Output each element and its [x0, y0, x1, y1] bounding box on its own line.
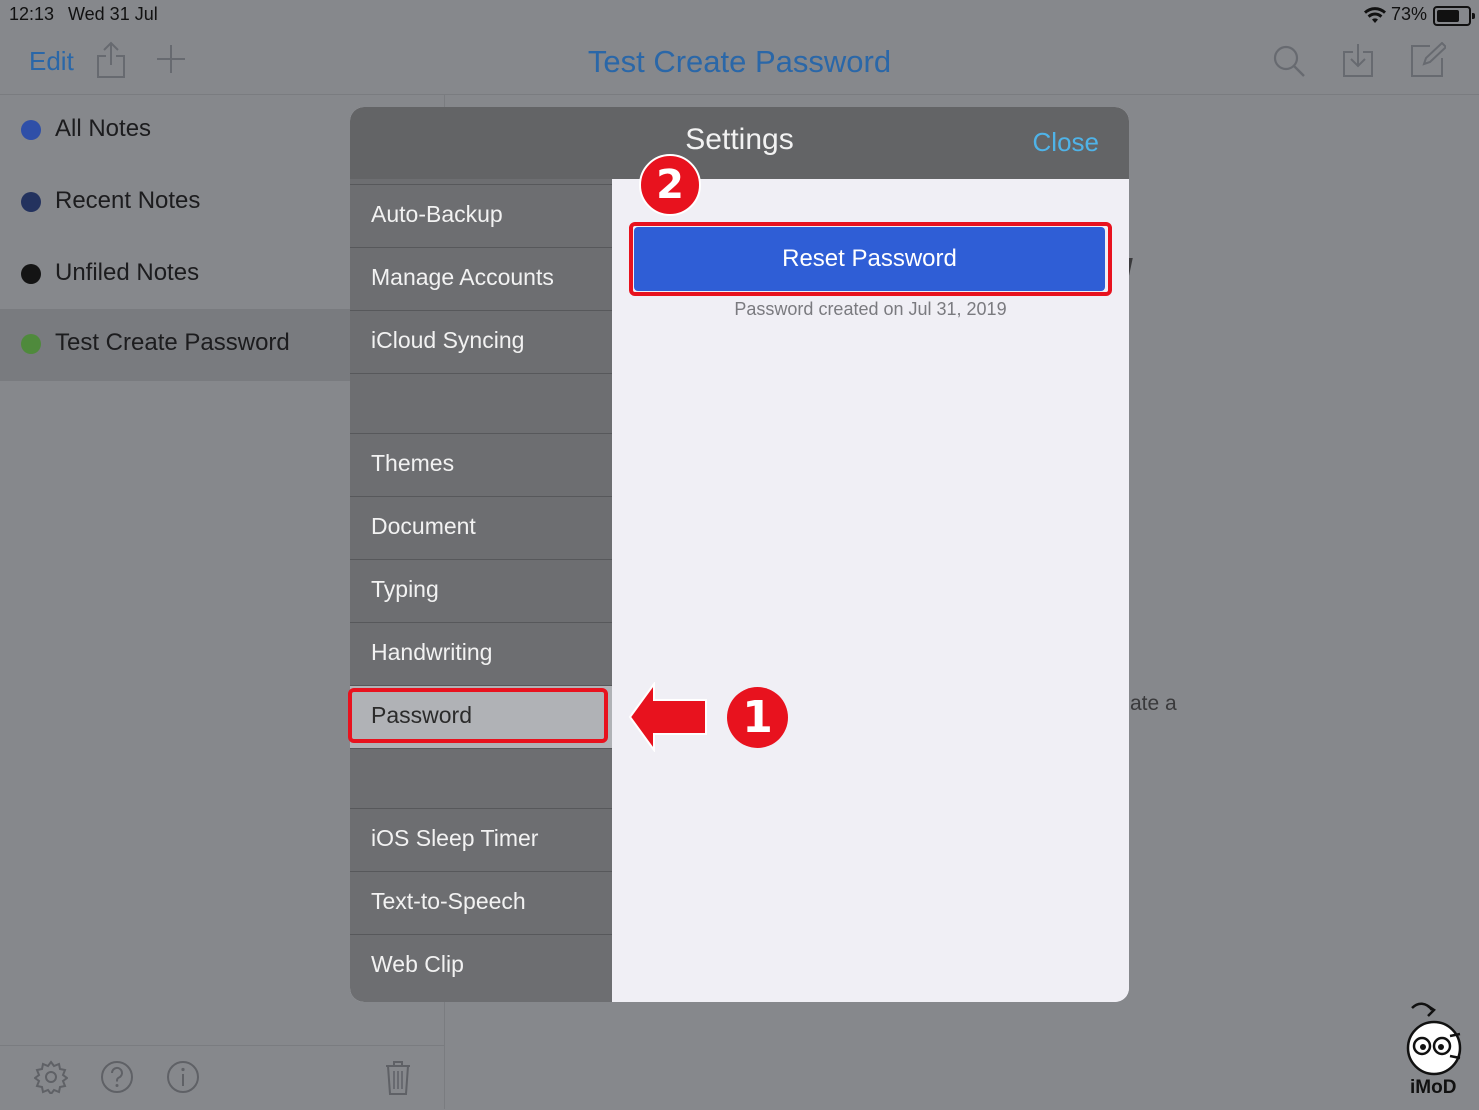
- page-title: Test Create Password: [587, 44, 892, 79]
- highlight-password-item: [348, 688, 608, 743]
- folder-dot-icon: [21, 264, 41, 284]
- menu-spacer: [350, 373, 612, 437]
- status-bar: 12:13 Wed 31 Jul 73%: [0, 0, 1479, 30]
- password-settings-panel: Reset Password Password created on Jul 3…: [612, 179, 1129, 1002]
- menu-item-label: Themes: [371, 450, 455, 476]
- menu-item-typing[interactable]: Typing: [350, 559, 612, 623]
- compose-icon[interactable]: [1410, 42, 1446, 78]
- menu-item-manage-accounts[interactable]: Manage Accounts: [350, 247, 612, 311]
- close-button[interactable]: Close: [1033, 127, 1099, 158]
- status-date: Wed 31 Jul: [68, 4, 158, 24]
- battery-icon: [1433, 6, 1475, 26]
- menu-item-text-to-speech[interactable]: Text-to-Speech: [350, 871, 612, 935]
- download-icon[interactable]: [1342, 42, 1374, 78]
- status-time: 12:13: [9, 4, 55, 24]
- menu-item-document[interactable]: Document: [350, 496, 612, 560]
- menu-item-icloud-syncing[interactable]: iCloud Syncing: [350, 310, 612, 374]
- menu-item-label: Typing: [371, 576, 439, 602]
- modal-header: Settings Close: [350, 107, 1129, 179]
- menu-item-label: Web Clip: [371, 951, 464, 977]
- imod-logo-text: iMoD: [1410, 1077, 1457, 1098]
- menu-spacer: [350, 748, 612, 812]
- arrow-left-icon: [628, 682, 707, 752]
- sidebar-item-label: Recent Notes: [55, 187, 201, 214]
- menu-item-auto-backup[interactable]: Auto-Backup: [350, 184, 612, 248]
- menu-item-web-clip[interactable]: Web Clip: [350, 934, 612, 998]
- menu-item-label: Document: [371, 513, 476, 539]
- modal-title: Settings: [685, 123, 794, 156]
- search-icon[interactable]: [1272, 44, 1306, 78]
- help-icon[interactable]: [100, 1060, 134, 1094]
- imod-logo-icon: [1406, 1002, 1462, 1076]
- sidebar-item-label: All Notes: [55, 115, 152, 142]
- menu-item-handwriting[interactable]: Handwriting: [350, 622, 612, 686]
- trash-icon[interactable]: [384, 1060, 412, 1096]
- menu-item-label: iOS Sleep Timer: [371, 825, 539, 851]
- menu-item-label: Text-to-Speech: [371, 888, 526, 914]
- step-1-badge: 1: [727, 687, 788, 748]
- folder-dot-icon: [21, 334, 41, 354]
- menu-item-label: Handwriting: [371, 639, 493, 665]
- password-created-caption: Password created on Jul 31, 2019: [734, 299, 1007, 319]
- menu-item-themes[interactable]: Themes: [350, 433, 612, 497]
- menu-item-label: Auto-Backup: [371, 201, 503, 227]
- sidebar-item-label: Unfiled Notes: [55, 259, 200, 286]
- nav-bar: Edit Test Create Password: [0, 30, 1479, 95]
- menu-item-label: iCloud Syncing: [371, 327, 525, 353]
- settings-menu: Auto-Backup Manage Accounts iCloud Synci…: [350, 179, 612, 1002]
- gear-icon[interactable]: [34, 1060, 68, 1094]
- info-icon[interactable]: [166, 1060, 200, 1094]
- folder-dot-icon: [21, 120, 41, 140]
- background-note-text: ate a: [1130, 692, 1177, 715]
- sidebar-item-label: Test Create Password: [55, 329, 290, 356]
- menu-item-ios-sleep-timer[interactable]: iOS Sleep Timer: [350, 808, 612, 872]
- wifi-icon: [1364, 7, 1386, 23]
- battery-percent: 73%: [1390, 4, 1427, 24]
- step-2-badge: 2: [639, 154, 701, 216]
- sidebar-toolbar: [0, 1045, 444, 1110]
- highlight-reset-button: [629, 222, 1112, 296]
- menu-item-label: Manage Accounts: [371, 264, 554, 290]
- folder-dot-icon: [21, 192, 41, 212]
